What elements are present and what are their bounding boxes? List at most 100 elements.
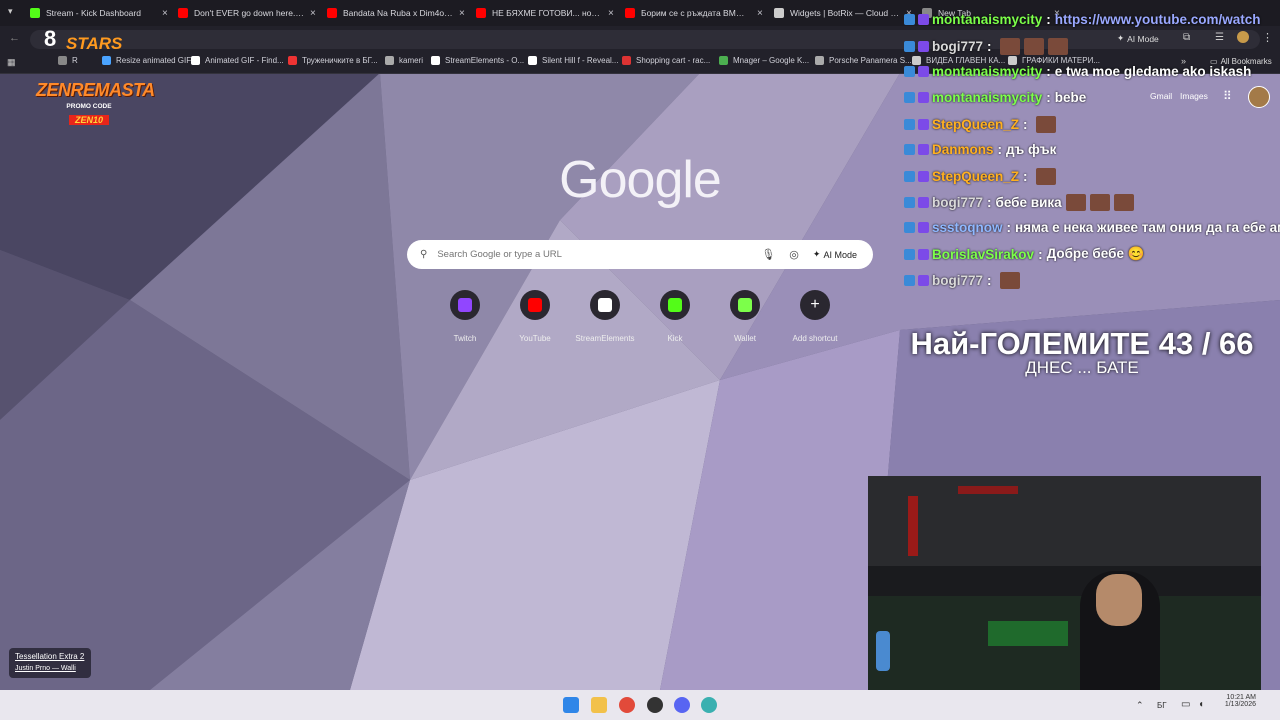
shortcut-streamelements[interactable]: StreamElements — [573, 290, 637, 343]
chat-username: StepQueen_Z — [932, 169, 1020, 184]
images-link[interactable]: Images — [1180, 91, 1208, 101]
file-explorer-icon[interactable] — [591, 697, 607, 713]
discord-icon[interactable] — [674, 697, 690, 713]
chat-message: montanaismycity: bebe — [904, 90, 1086, 105]
bookmark-item[interactable]: Porsche Panamera S... — [815, 56, 912, 65]
omnibox-ai-mode-button[interactable]: ✦ AI Mode — [1117, 33, 1159, 44]
twitch-icon — [458, 298, 472, 312]
clock[interactable]: 10:21 AM 1/13/2026 — [1216, 694, 1256, 708]
browser-tab[interactable]: НЕ БЯХМЕ ГОТОВИ... но тръгн× — [476, 3, 614, 23]
shortcut-add-shortcut[interactable]: + Add shortcut — [783, 290, 847, 343]
close-tab-icon[interactable]: × — [459, 8, 465, 19]
bookmark-item[interactable]: Mnager – Google K... — [719, 56, 809, 65]
browser-tab[interactable]: Widgets | BotRix — Cloud Stre × — [774, 3, 912, 23]
chat-badge-icon — [918, 66, 929, 77]
customize-chrome-chip[interactable]: Tessellation Extra 2 Justin Prno — Walli — [9, 648, 91, 678]
ai-mode-icon: ✦ — [1117, 33, 1125, 43]
close-tab-icon[interactable]: × — [310, 8, 316, 19]
plus-icon: + — [810, 296, 820, 313]
volume-icon[interactable]: ◖ — [1198, 699, 1204, 710]
streamelements-icon — [598, 298, 612, 312]
bookmark-item[interactable]: StreamElements - O... — [431, 56, 524, 65]
shortcut-twitch[interactable]: Twitch — [433, 290, 497, 343]
close-tab-icon[interactable]: × — [757, 8, 763, 19]
chrome-icon[interactable] — [619, 697, 635, 713]
bookmark-item[interactable]: Animated GIF - Find... — [191, 56, 284, 65]
chat-badge-icon — [904, 92, 915, 103]
chat-emote-icon — [999, 272, 1020, 289]
chat-username: montanaismycity — [932, 90, 1043, 105]
browser-tab[interactable]: Don't EVER go down here... (Pa × — [178, 3, 316, 23]
tray-chevron-icon[interactable]: ⌃ — [1136, 700, 1144, 711]
browser-tab[interactable]: Bandata Na Ruba x Dim4ou - Ji × — [327, 3, 465, 23]
chat-text: e twa moe gledame ako iskash — [1054, 64, 1252, 79]
chat-message: montanaismycity: e twa moe gledame ako is… — [904, 64, 1251, 79]
chat-text: Добре бебе 😊 — [1046, 246, 1145, 261]
bookmark-item[interactable]: R — [58, 56, 78, 65]
chat-message: StepQueen_Z: — [904, 116, 1056, 133]
chat-emote-icon — [1065, 194, 1086, 211]
chat-badge-icon — [918, 144, 929, 155]
browser-tab[interactable]: Stream - Kick Dashboard × — [30, 3, 168, 23]
chat-badge-icon — [918, 248, 929, 260]
gmail-link[interactable]: Gmail — [1150, 91, 1172, 101]
profile-avatar[interactable] — [1237, 31, 1249, 43]
obs-icon[interactable] — [647, 697, 663, 713]
voice-search-icon[interactable]: 🎙 — [761, 248, 775, 261]
app-icon[interactable] — [701, 697, 717, 713]
address-bar[interactable] — [30, 30, 1260, 49]
windows-start-icon[interactable] — [563, 697, 579, 713]
chat-text: https://www.youtube.com/watch — [1054, 12, 1261, 27]
chat-emote-icon — [1047, 38, 1068, 55]
network-icon[interactable]: ▭ — [1181, 699, 1190, 710]
bookmark-favicon-icon — [102, 56, 111, 65]
chat-badge-icon — [904, 171, 915, 182]
google-apps-icon[interactable]: ⠿ — [1223, 89, 1232, 103]
shortcut-wallet[interactable]: Wallet — [713, 290, 777, 343]
tab-search-icon[interactable]: ▾ — [8, 6, 13, 17]
close-tab-icon[interactable]: × — [608, 8, 614, 19]
menu-icon[interactable]: ⋮ — [1262, 31, 1273, 44]
bookmark-item[interactable]: kameri — [385, 56, 423, 65]
bookmark-item[interactable]: Resize animated GIF — [102, 56, 191, 65]
chat-text: бебе вика — [995, 195, 1062, 210]
google-account-avatar[interactable] — [1248, 86, 1270, 108]
webcam-feed — [868, 476, 1261, 696]
chat-text: няма е нека живее там ония да га ебе ам — [1015, 220, 1280, 235]
search-box[interactable]: ⚲ 🎙 ◎ ✦ AI Mode — [407, 240, 873, 269]
lens-search-icon[interactable]: ◎ — [789, 248, 799, 261]
google-logo: Google — [559, 151, 722, 209]
bookmark-favicon-icon — [385, 56, 394, 65]
bookmark-item[interactable]: Shopping cart - rac... — [622, 56, 710, 65]
goal-title: Най-ГОЛЕМИТЕ 43 / 66 — [910, 326, 1254, 361]
chat-badge-icon — [918, 275, 929, 286]
bookmark-item[interactable]: Silent Hill f - Reveal... — [528, 56, 618, 65]
bookmark-favicon-icon — [191, 56, 200, 65]
browser-tab[interactable]: Борим се с ръждата BMW e3 × — [625, 3, 763, 23]
bookmark-item[interactable]: Труженичките в БГ... — [288, 56, 378, 65]
chat-message: bogi777: бебе вика — [904, 194, 1134, 211]
ai-mode-button[interactable]: ✦ AI Mode — [813, 249, 857, 260]
windows-taskbar — [0, 690, 1280, 720]
extensions-icon[interactable]: ☰ — [1215, 32, 1224, 43]
chat-badge-icon — [904, 275, 915, 286]
close-tab-icon[interactable]: × — [162, 8, 168, 19]
chat-emote-icon — [1113, 194, 1134, 211]
chat-emote-icon — [1023, 38, 1044, 55]
shortcut-youtube[interactable]: YouTube — [503, 290, 567, 343]
wallet-icon — [738, 298, 752, 312]
shortcut-kick[interactable]: Kick — [643, 290, 707, 343]
chat-message: ssstoqnow: няма е нека живее там ония да … — [904, 220, 1280, 235]
chat-username: StepQueen_Z — [932, 117, 1020, 132]
apps-grid-icon[interactable]: ▦ — [7, 57, 16, 68]
back-icon[interactable]: ← — [9, 32, 20, 44]
search-input[interactable] — [435, 248, 750, 261]
tab-favicon-icon — [476, 8, 486, 18]
chat-username: montanaismycity — [932, 64, 1043, 79]
tab-favicon-icon — [625, 8, 635, 18]
install-icon[interactable]: ⧉ — [1183, 32, 1190, 43]
language-indicator[interactable]: БГ — [1157, 701, 1167, 710]
chat-text: bebe — [1054, 90, 1087, 105]
bookmark-favicon-icon — [622, 56, 631, 65]
sponsor-banner: ZENREMASTA PROMO CODE ZEN10 — [36, 80, 155, 125]
